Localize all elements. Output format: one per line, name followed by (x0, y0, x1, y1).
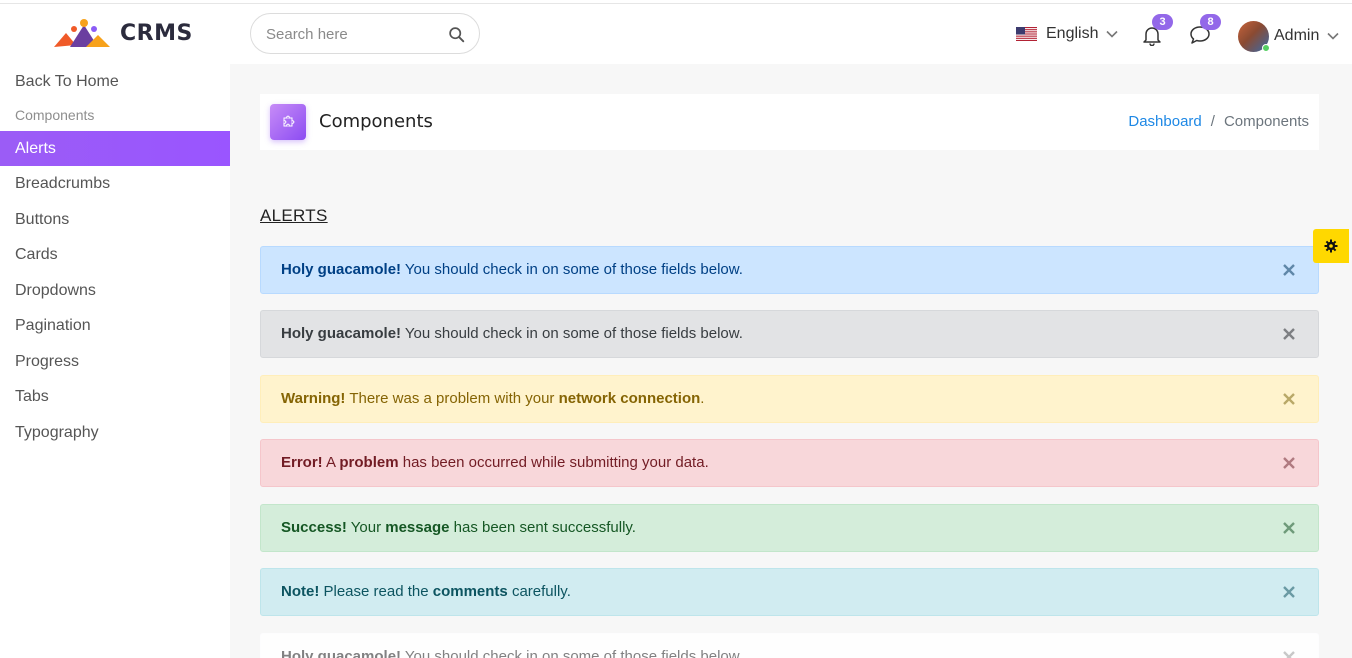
alert-warning: Warning! There was a problem with your n… (260, 375, 1319, 423)
brand-name: CRMS (120, 20, 193, 46)
page-header: Components Dashboard / Components (260, 94, 1319, 150)
gear-icon (1324, 239, 1338, 253)
alert-text: You should check in on some of those fie… (401, 648, 743, 658)
notification-count-badge: 3 (1152, 14, 1173, 30)
alert-text: You should check in on some of those fie… (401, 261, 743, 278)
sidebar-item-typography[interactable]: Typography (0, 415, 230, 450)
alert-text: There was a problem with your (345, 390, 559, 407)
sidebar-item-cards[interactable]: Cards (0, 237, 230, 272)
alert-bold: problem (339, 454, 399, 471)
settings-toggle-button[interactable] (1313, 229, 1349, 263)
sidebar-item-tabs[interactable]: Tabs (0, 379, 230, 414)
sidebar-item-pagination[interactable]: Pagination (0, 308, 230, 343)
chevron-down-icon (1106, 30, 1119, 38)
alert-strong: Warning! (281, 390, 346, 407)
alert-strong: Note! (281, 583, 320, 600)
alert-light: Holy guacamole! You should check in on s… (260, 633, 1319, 658)
avatar (1238, 20, 1270, 52)
user-name: Admin (1274, 27, 1320, 44)
chevron-down-icon (1327, 32, 1339, 40)
sidebar-item-progress[interactable]: Progress (0, 344, 230, 379)
alert-danger: Error! A problem has been occurred while… (260, 439, 1319, 487)
close-icon[interactable] (1282, 456, 1296, 470)
alert-strong: Success! (281, 519, 347, 536)
user-menu[interactable]: Admin (1238, 20, 1339, 52)
alert-text-end: has been occurred while submitting your … (398, 454, 709, 471)
logo-icon (54, 19, 110, 47)
alert-strong: Holy guacamole! (281, 325, 402, 342)
alert-text-end: . (700, 390, 705, 407)
sidebar: Back To Home Components Alerts Breadcrum… (0, 64, 230, 658)
alert-text: You should check in on some of those fie… (401, 325, 743, 342)
main-content: Components Dashboard / Components ALERTS… (230, 64, 1352, 658)
alert-bold: comments (432, 583, 508, 600)
online-status-dot (1262, 43, 1270, 52)
close-icon[interactable] (1282, 263, 1296, 277)
alert-text: Please read the (319, 583, 433, 600)
alert-strong: Error! (281, 454, 323, 471)
sidebar-group-label: Components (15, 107, 95, 123)
close-icon[interactable] (1282, 392, 1296, 406)
alert-strong: Holy guacamole! (281, 261, 402, 278)
search-input[interactable] (266, 24, 436, 44)
message-count-badge: 8 (1200, 14, 1221, 30)
close-icon[interactable] (1282, 585, 1296, 599)
alert-strong: Holy guacamole! (281, 648, 402, 658)
breadcrumb-separator: / (1210, 113, 1215, 130)
breadcrumb-current: Components (1223, 113, 1309, 130)
section-title: ALERTS (260, 206, 328, 225)
close-icon[interactable] (1282, 650, 1296, 658)
puzzle-icon (283, 115, 295, 127)
brand-logo[interactable]: CRMS (52, 16, 193, 50)
alert-secondary: Holy guacamole! You should check in on s… (260, 310, 1319, 358)
search-icon[interactable] (448, 26, 465, 43)
alert-text-end: carefully. (507, 583, 571, 600)
language-selector[interactable]: English (1016, 22, 1119, 46)
sidebar-item-breadcrumbs[interactable]: Breadcrumbs (0, 166, 230, 201)
alert-text: Your (346, 519, 386, 536)
alert-success: Success! Your message has been sent succ… (260, 504, 1319, 552)
sidebar-item-alerts[interactable]: Alerts (0, 131, 230, 166)
alert-primary: Holy guacamole! You should check in on s… (260, 246, 1319, 294)
close-icon[interactable] (1282, 327, 1296, 341)
page-title: Components (319, 111, 433, 132)
alert-text: A (322, 454, 340, 471)
alert-text-end: has been sent successfully. (449, 519, 636, 536)
alert-bold: message (385, 519, 450, 536)
alert-bold: network connection (558, 390, 701, 407)
sidebar-item-buttons[interactable]: Buttons (0, 202, 230, 237)
sidebar-item-back-home[interactable]: Back To Home (0, 64, 230, 99)
search-box (250, 13, 480, 54)
top-header: CRMS English 3 8 (0, 4, 1352, 64)
language-label: English (1046, 25, 1099, 42)
alert-info: Note! Please read the comments carefully… (260, 568, 1319, 616)
us-flag-icon (1016, 27, 1037, 41)
sidebar-item-dropdowns[interactable]: Dropdowns (0, 273, 230, 308)
breadcrumb-dashboard-link[interactable]: Dashboard (1128, 113, 1201, 130)
components-icon (270, 104, 306, 140)
close-icon[interactable] (1282, 521, 1296, 535)
breadcrumb: Dashboard / Components (1128, 113, 1309, 130)
